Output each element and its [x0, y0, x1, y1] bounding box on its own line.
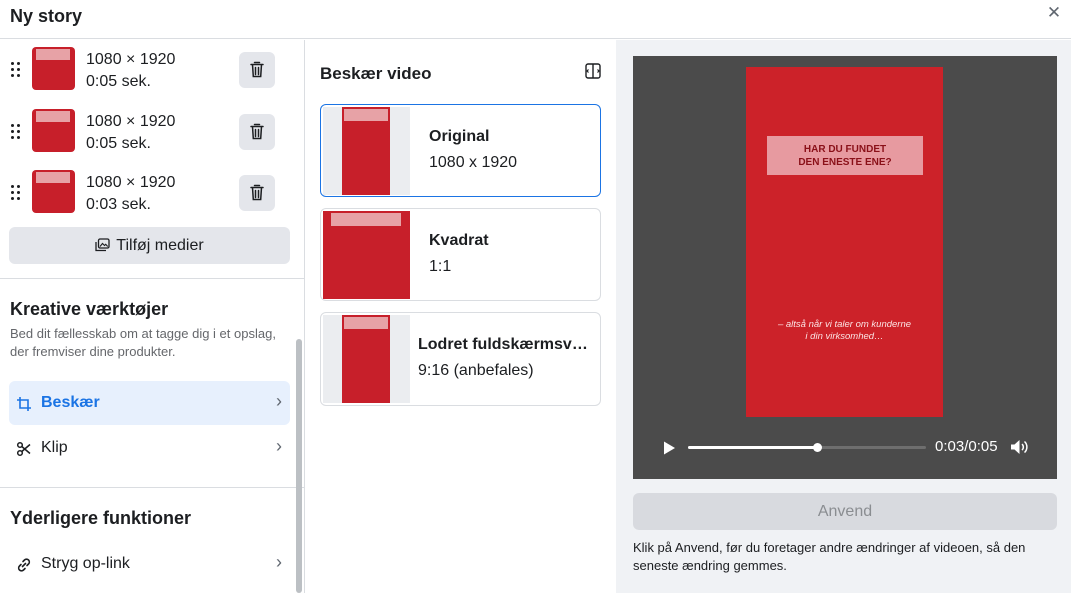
drag-handle-icon[interactable] — [11, 62, 23, 78]
crop-option-preview — [323, 211, 410, 299]
media-duration: 0:03 sek. — [86, 196, 151, 213]
dialog-title: Ny story — [10, 6, 83, 26]
crop-option-preview — [323, 107, 410, 195]
progress-handle[interactable] — [812, 443, 822, 452]
crop-option-preview — [323, 315, 410, 403]
left-panel: 1080 × 1920 0:05 sek. 1080 × 1920 0:05 s… — [0, 40, 305, 593]
link-icon — [17, 558, 31, 572]
chevron-right-icon: › — [276, 436, 282, 456]
trash-icon — [250, 61, 264, 78]
trash-icon — [250, 184, 264, 201]
crop-option-name: Kvadrat — [429, 232, 489, 249]
delete-button[interactable] — [239, 175, 275, 211]
media-thumbnail — [32, 170, 75, 213]
crop-option-name: Lodret fuldskærmsvi... — [418, 336, 588, 353]
video-caption-line-2: i din virksomhed… — [805, 331, 884, 342]
drag-handle-icon[interactable] — [11, 185, 23, 201]
play-icon[interactable] — [662, 440, 676, 456]
media-thumbnail — [32, 109, 75, 152]
crop-panel: Beskær video Original 1080 x 1920 Kvadra… — [306, 40, 616, 593]
media-size: 1080 × 1920 — [86, 174, 176, 191]
dialog-header: Ny story ✕ — [0, 0, 1071, 39]
add-media-button[interactable]: Tilføj medier — [9, 227, 290, 264]
delete-button[interactable] — [239, 52, 275, 88]
video-caption: – altså når vi taler om kunderne i din v… — [756, 319, 933, 343]
video-frame: HAR DU FUNDET DEN ENESTE ENE? – altså nå… — [746, 67, 943, 417]
additional-features-title: Yderligere funktioner — [10, 508, 192, 528]
crop-option-original[interactable]: Original 1080 x 1920 — [320, 104, 601, 197]
video-caption-line-1: – altså når vi taler om kunderne — [777, 319, 912, 330]
creative-tools-title: Kreative værktøjer — [10, 299, 169, 319]
scissors-icon — [16, 441, 31, 457]
crop-option-ratio: 9:16 (anbefales) — [418, 362, 534, 379]
divider — [0, 487, 305, 488]
media-duration: 0:05 sek. — [86, 135, 151, 152]
volume-icon[interactable] — [1009, 438, 1029, 456]
close-icon[interactable]: ✕ — [1045, 4, 1063, 22]
delete-button[interactable] — [239, 114, 275, 150]
creative-tools-description: Bed dit fællesskab om at tagge dig i et … — [10, 326, 276, 359]
media-size: 1080 × 1920 — [86, 51, 176, 68]
crop-option-square[interactable]: Kvadrat 1:1 — [320, 208, 601, 301]
tool-trim-label: Klip — [41, 439, 68, 456]
crop-icon — [17, 397, 31, 411]
crop-option-ratio: 1:1 — [429, 258, 452, 275]
video-headline-line-1: HAR DU FUNDET — [803, 144, 887, 155]
apply-button[interactable]: Anvend — [633, 493, 1057, 530]
media-size: 1080 × 1920 — [86, 113, 176, 130]
progress-bar[interactable] — [688, 443, 926, 452]
tool-crop-label: Beskær — [41, 394, 100, 411]
add-media-label: Tilføj medier — [116, 237, 204, 254]
chevron-right-icon: › — [276, 552, 282, 572]
crop-option-ratio: 1080 x 1920 — [429, 154, 518, 171]
media-duration: 0:05 sek. — [86, 73, 151, 90]
compare-icon[interactable] — [585, 63, 601, 79]
tool-trim[interactable]: Klip › — [9, 426, 290, 470]
preview-panel: HAR DU FUNDET DEN ENESTE ENE? – altså nå… — [616, 40, 1071, 593]
crop-option-name: Original — [429, 128, 490, 145]
playback-time: 0:03/0:05 — [935, 438, 998, 455]
photo-icon — [95, 238, 110, 252]
media-item[interactable]: 1080 × 1920 0:05 sek. — [0, 40, 305, 100]
media-item[interactable]: 1080 × 1920 0:05 sek. — [0, 102, 305, 162]
media-item[interactable]: 1080 × 1920 0:03 sek. — [0, 163, 305, 223]
trash-icon — [250, 123, 264, 140]
media-thumbnail — [32, 47, 75, 90]
tool-swipe-up-link[interactable]: Stryg op-link › — [9, 542, 290, 586]
video-headline: HAR DU FUNDET DEN ENESTE ENE? — [767, 136, 923, 175]
video-headline-line-2: DEN ENESTE ENE? — [798, 157, 892, 168]
video-player: HAR DU FUNDET DEN ENESTE ENE? – altså nå… — [633, 56, 1057, 479]
chevron-right-icon: › — [276, 391, 282, 411]
scrollbar[interactable] — [296, 339, 302, 593]
divider — [0, 278, 305, 279]
apply-note: Klik på Anvend, før du foretager andre æ… — [633, 540, 1026, 573]
drag-handle-icon[interactable] — [11, 124, 23, 140]
crop-option-vertical[interactable]: Lodret fuldskærmsvi... 9:16 (anbefales) — [320, 312, 601, 406]
tool-swipe-up-link-label: Stryg op-link — [41, 555, 130, 572]
story-editor: Ny story ✕ 1080 × 1920 0:05 sek. 1080 × … — [0, 0, 1071, 593]
tool-crop[interactable]: Beskær › — [9, 381, 290, 425]
progress-fill — [688, 446, 817, 449]
crop-title: Beskær video — [320, 64, 432, 83]
